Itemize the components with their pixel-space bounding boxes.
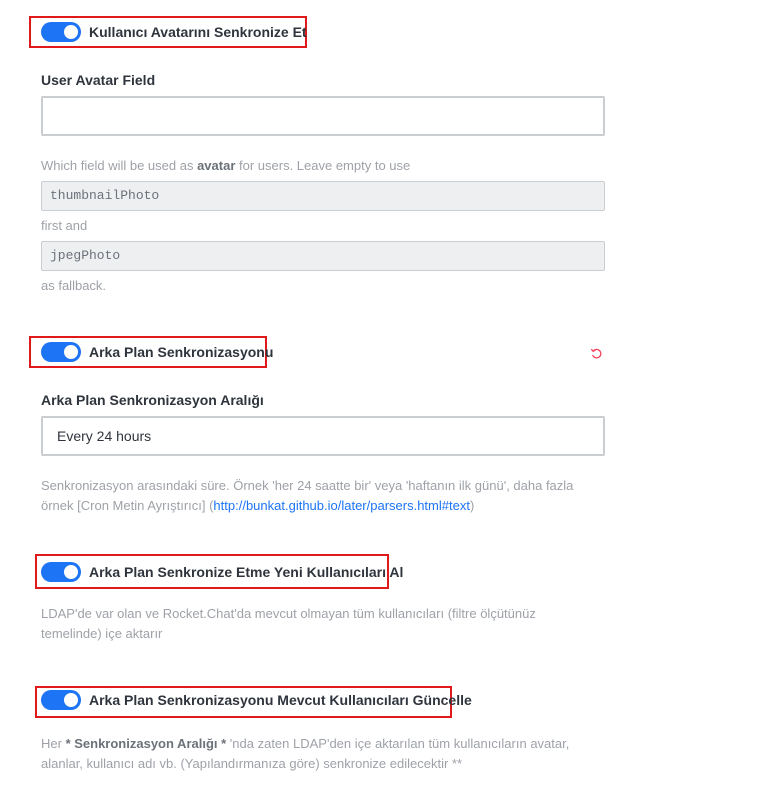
toggle-knob [64,565,78,579]
background-sync-toggle[interactable] [41,342,81,362]
hint-text: örnek [Cron Metin Ayrıştırıcı] ( [41,498,214,513]
code-thumbnail-photo: thumbnailPhoto [41,181,605,211]
avatar-field-label: User Avatar Field [41,72,156,88]
hint-bold: * Senkronizasyon Aralığı * [65,736,227,751]
sync-interval-input[interactable]: Every 24 hours [41,416,605,456]
hint-text: for users. Leave empty to use [235,158,411,173]
avatar-field-hint: Which field will be used as avatar for u… [41,156,410,176]
import-new-users-toggle[interactable] [41,562,81,582]
hint-bold: avatar [197,158,236,173]
hint-text: Her [41,736,66,751]
avatar-field-input[interactable] [41,96,605,136]
hint-line: temelinde) içe aktarır [41,626,163,641]
background-sync-label: Arka Plan Senkronizasyonu [89,344,274,360]
cron-parser-link[interactable]: http://bunkat.github.io/later/parsers.ht… [213,498,470,513]
toggle-knob [64,25,78,39]
update-existing-users-toggle[interactable] [41,690,81,710]
sync-interval-hint: Senkronizasyon arasındaki süre. Örnek 'h… [41,476,641,516]
sync-interval-label: Arka Plan Senkronizasyon Aralığı [41,392,264,408]
update-existing-users-hint: Her * Senkronizasyon Aralığı * 'nda zate… [41,734,641,774]
hint-line: örnek [Cron Metin Ayrıştırıcı] (http://b… [41,496,641,516]
sync-avatar-toggle[interactable] [41,22,81,42]
hint-text: ) [469,498,475,513]
import-new-users-label: Arka Plan Senkronize Etme Yeni Kullanıcı… [89,564,404,580]
hint-line: Senkronizasyon arasındaki süre. Örnek 'h… [41,478,574,493]
toggle-knob [64,693,78,707]
hint-text: 'nda zaten LDAP'den içe aktarılan tüm ku… [226,736,570,751]
reset-icon[interactable] [590,347,604,361]
sync-avatar-label: Kullanıcı Avatarını Senkronize Et [89,24,307,40]
code-jpeg-photo: jpegPhoto [41,241,605,271]
hint-first-and: first and [41,218,88,233]
toggle-knob [64,345,78,359]
hint-text: Which field will be used as [41,158,198,173]
hint-as-fallback: as fallback. [41,278,107,293]
hint-line: LDAP'de var olan ve Rocket.Chat'da mevcu… [41,606,536,621]
update-existing-users-label: Arka Plan Senkronizasyonu Mevcut Kullanı… [89,692,472,708]
hint-line: alanlar, kullanıcı adı vb. (Yapılandırma… [41,756,463,771]
hint-line: Her * Senkronizasyon Aralığı * 'nda zate… [41,734,641,754]
import-new-users-hint: LDAP'de var olan ve Rocket.Chat'da mevcu… [41,604,641,644]
